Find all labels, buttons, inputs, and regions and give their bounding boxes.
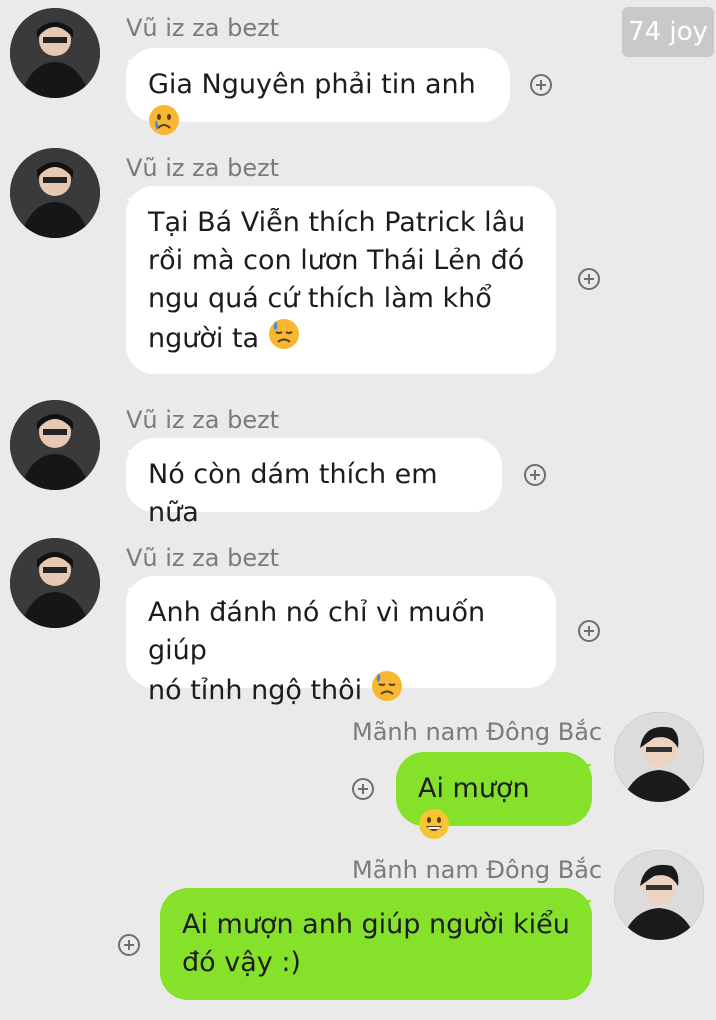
watermark-badge: 74 joy (622, 7, 714, 57)
message-bubble[interactable]: Tại Bá Viễn thích Patrick lâu rồi mà con… (126, 186, 556, 374)
bubble-tail (126, 198, 144, 214)
message-text: Gia Nguyên phải tin anh (148, 69, 476, 100)
message-line: đó vậy :) (182, 947, 301, 978)
message-text: Nó còn dám thích em nữa (148, 459, 438, 528)
bubble-tail (574, 900, 592, 916)
avatar[interactable] (10, 538, 100, 628)
message-bubble[interactable]: Nó còn dám thích em nữa (126, 438, 502, 528)
sender-name: Vũ iz za bezt (126, 544, 280, 572)
sender-name: Vũ iz za bezt (126, 14, 280, 42)
avatar[interactable] (614, 850, 704, 940)
downcast-sweat-face-icon (371, 670, 403, 713)
message-bubble[interactable]: Anh đánh nó chỉ vì muốn giúp nó tỉnh ngộ… (126, 576, 556, 706)
message-bubble[interactable]: Ai mượn anh giúp người kiểu đó vậy :) (160, 888, 592, 1000)
add-reaction-icon[interactable] (524, 464, 546, 486)
sender-name: Vũ iz za bezt (126, 406, 280, 434)
sender-name: Vũ iz za bezt (126, 154, 280, 182)
message-text: Ai mượn (418, 773, 530, 804)
bubble-tail (126, 60, 144, 76)
add-reaction-icon[interactable] (530, 74, 552, 96)
sender-name: Mãnh nam Đông Bắc (352, 718, 603, 746)
message-line: Ai mượn anh giúp người kiểu (182, 909, 570, 940)
add-reaction-icon[interactable] (352, 778, 374, 800)
bubble-tail (574, 764, 592, 780)
message-line: người ta (148, 323, 260, 354)
sender-name: Mãnh nam Đông Bắc (352, 856, 603, 884)
add-reaction-icon[interactable] (118, 934, 140, 956)
add-reaction-icon[interactable] (578, 268, 600, 290)
avatar[interactable] (10, 148, 100, 238)
downcast-sweat-face-icon (268, 318, 300, 361)
add-reaction-icon[interactable] (578, 620, 600, 642)
avatar[interactable] (10, 8, 100, 98)
chat-view: 74 joy Vũ iz za bezt Gia Nguyên phải tin… (0, 0, 716, 1020)
message-line: nó tỉnh ngộ thôi (148, 675, 363, 706)
bubble-tail (126, 588, 144, 604)
crying-face-icon (148, 104, 180, 147)
avatar[interactable] (614, 712, 704, 802)
bubble-tail (126, 450, 144, 466)
message-bubble[interactable]: Ai mượn (396, 752, 592, 839)
grinning-face-icon (418, 808, 450, 851)
avatar[interactable] (10, 400, 100, 490)
message-line: rồi mà con lươn Thái Lẻn đó (148, 245, 525, 276)
message-line: Tại Bá Viễn thích Patrick lâu (148, 207, 526, 238)
message-line: Anh đánh nó chỉ vì muốn giúp (148, 597, 486, 666)
message-line: ngu quá cứ thích làm khổ (148, 283, 492, 314)
message-bubble[interactable]: Gia Nguyên phải tin anh (126, 48, 510, 135)
